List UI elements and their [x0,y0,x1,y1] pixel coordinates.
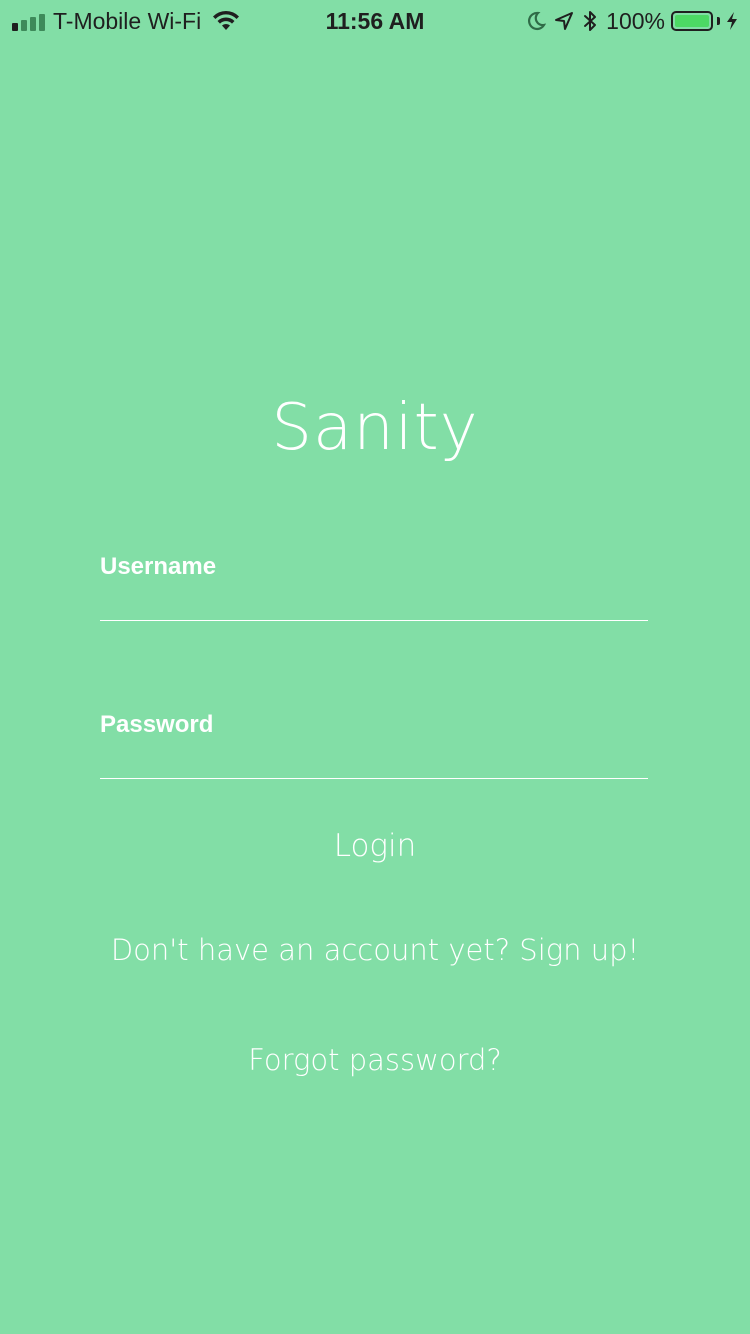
password-field: Password [100,710,648,779]
moon-icon [526,11,547,31]
login-button[interactable]: Login [0,826,750,866]
status-bar-right: 100% [526,6,738,36]
app-title: Sanity [271,391,479,465]
charging-bolt-icon [726,11,738,31]
username-label: Username [100,553,217,580]
password-underline [100,778,648,779]
status-bar: T-Mobile Wi-Fi 11:56 AM 100% [0,0,750,40]
forgot-password-link[interactable]: Forgot password? [0,1040,750,1080]
username-input[interactable] [100,586,648,620]
location-arrow-icon [554,11,574,31]
battery-icon [671,11,713,31]
battery-fill [675,15,709,27]
password-input[interactable] [100,744,648,778]
password-label: Password [100,711,214,738]
bluetooth-icon [582,9,598,33]
battery-tip [717,17,720,25]
battery-percent: 100% [606,8,665,34]
username-underline [100,620,648,621]
username-field: Username [100,552,648,621]
signup-link[interactable]: Don't have an account yet? Sign up! [0,930,750,970]
